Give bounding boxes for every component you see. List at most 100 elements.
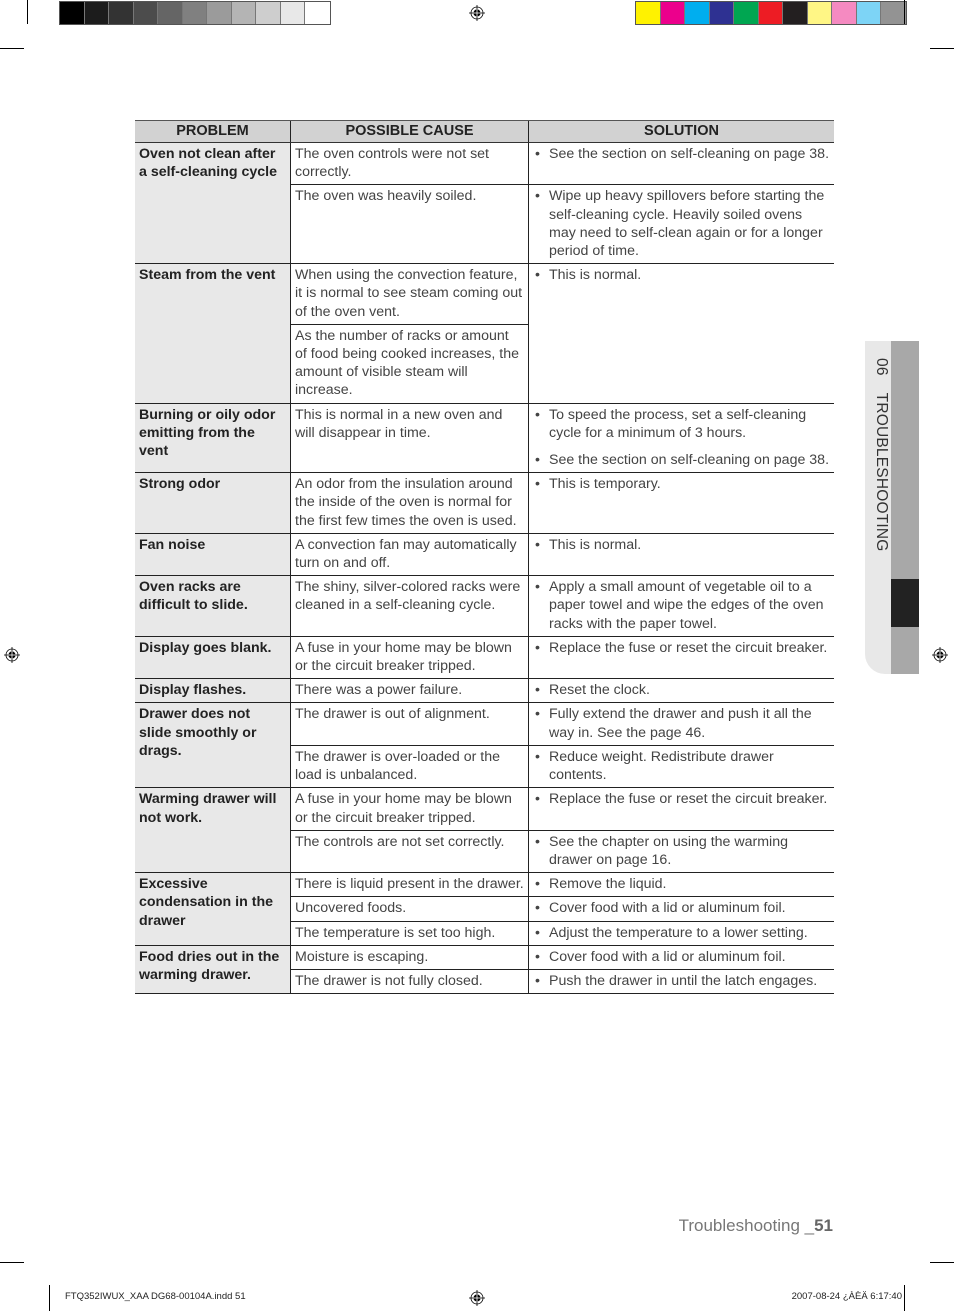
- bullet-icon: •: [535, 748, 540, 765]
- solution-item: • Reduce weight. Redistribute drawer cont…: [533, 748, 830, 784]
- solution-cell: • Replace the fuse or reset the circuit b…: [528, 787, 834, 831]
- solution-item: • This is normal.: [533, 266, 830, 284]
- grayscale-calibration-bar: [59, 1, 331, 25]
- chapter-tab-marker: [891, 579, 919, 627]
- table-row: Oven not clean after a self-cleaning cyc…: [135, 142, 834, 265]
- color-swatch: [685, 2, 710, 24]
- cause-cell: The oven controls were not set correctly…: [290, 142, 529, 186]
- solution-text: Wipe up heavy spillovers before starting…: [549, 188, 825, 260]
- color-swatch: [231, 2, 256, 24]
- solution-item: • To speed the process, set a self-cleani…: [533, 406, 830, 442]
- bullet-icon: •: [535, 579, 540, 596]
- crop-mark: [49, 1285, 50, 1311]
- cause-cell: There was a power failure.: [290, 678, 529, 704]
- table-row: Food dries out in the warming drawer. Moi…: [135, 945, 834, 995]
- solution-item: • Remove the liquid.: [533, 875, 830, 893]
- cause-cell: A convection fan may automatically turn …: [290, 533, 529, 577]
- solution-text: Cover food with a lid or aluminum foil.: [549, 900, 786, 917]
- color-swatch: [256, 2, 281, 24]
- crop-mark: [0, 1262, 24, 1263]
- solution-cell: • This is temporary.: [528, 472, 834, 534]
- solution-cell: • Wipe up heavy spillovers before startin…: [528, 184, 834, 265]
- solution-cell: • Adjust the temperature to a lower setti…: [528, 921, 834, 946]
- table-row: Excessive condensation in the drawer Ther…: [135, 872, 834, 946]
- table-row: Drawer does not slide smoothly or drags.…: [135, 702, 834, 789]
- solution-text: Remove the liquid.: [549, 876, 667, 893]
- color-swatch: [158, 2, 183, 24]
- solution-text: Apply a small amount of vegetable oil to…: [549, 579, 824, 632]
- color-swatch: [207, 2, 232, 24]
- solution-item: • Replace the fuse or reset the circuit b…: [533, 790, 830, 808]
- solution-item: • Cover food with a lid or aluminum foil.: [533, 948, 830, 966]
- cause-cell: As the number of racks or amount of food…: [290, 324, 529, 404]
- crop-mark: [904, 0, 905, 24]
- color-swatch: [182, 2, 207, 24]
- header-possible-cause: POSSIBLE CAUSE: [290, 120, 529, 143]
- solution-text: Adjust the temperature to a lower settin…: [549, 924, 808, 941]
- solution-cell: • See the section on self-cleaning on pag…: [528, 142, 834, 186]
- bullet-icon: •: [535, 706, 540, 723]
- bullet-icon: •: [535, 948, 540, 965]
- solution-item: • Adjust the temperature to a lower setti…: [533, 924, 830, 942]
- table-row: Fan noise A convection fan may automatica…: [135, 533, 834, 577]
- problem-cell: Food dries out in the warming drawer.: [135, 945, 291, 995]
- solution-cell: • Replace the fuse or reset the circuit b…: [528, 636, 834, 680]
- color-swatch: [758, 2, 783, 24]
- cause-cell: Uncovered foods.: [290, 896, 529, 922]
- solution-text: See the section on self-cleaning on page…: [549, 146, 830, 162]
- registration-mark-icon: [4, 647, 20, 663]
- page-number: 51: [814, 1216, 833, 1235]
- solution-text: Push the drawer in until the latch engag…: [549, 972, 818, 989]
- color-swatch: [636, 2, 661, 24]
- solution-text: Reset the clock.: [549, 682, 650, 699]
- chapter-tab-label: 06 TROUBLESHOOTING: [868, 358, 890, 558]
- color-swatch: [305, 2, 330, 24]
- table-row: Strong odor An odor from the insulation a…: [135, 472, 834, 534]
- crop-mark: [27, 0, 28, 24]
- bullet-icon: •: [535, 791, 540, 808]
- bullet-icon: •: [535, 639, 540, 656]
- registration-mark-icon: [932, 647, 948, 663]
- bullet-icon: •: [535, 476, 540, 493]
- bullet-icon: •: [535, 146, 540, 162]
- cause-cell: The controls are not set correctly.: [290, 830, 529, 874]
- bullet-icon: •: [535, 876, 540, 893]
- solution-text: Replace the fuse or reset the circuit br…: [549, 791, 828, 808]
- solution-text: Fully extend the drawer and push it all …: [549, 706, 812, 741]
- color-swatch: [109, 2, 134, 24]
- bullet-icon: •: [535, 188, 540, 205]
- problem-cell: Burning or oily odor emitting from the v…: [135, 403, 291, 474]
- color-swatch: [660, 2, 685, 24]
- solution-cell: • This is normal.: [528, 263, 834, 404]
- cause-cell: An odor from the insulation around the i…: [290, 472, 529, 534]
- problem-cell: Oven not clean after a self-cleaning cyc…: [135, 142, 291, 265]
- solution-cell: • Push the drawer in until the latch enga…: [528, 969, 834, 995]
- bullet-icon: •: [535, 833, 540, 850]
- table-row: Oven racks are difficult to slide. The sh…: [135, 575, 834, 637]
- bullet-icon: •: [535, 406, 540, 423]
- solution-item: • Reset the clock.: [533, 681, 830, 699]
- crop-mark: [930, 48, 954, 49]
- solution-cell: • Fully extend the drawer and push it all…: [528, 702, 834, 746]
- solution-text: See the chapter on using the warming dra…: [549, 833, 788, 868]
- problem-cell: Strong odor: [135, 472, 291, 534]
- color-swatch: [783, 2, 808, 24]
- color-swatch: [133, 2, 158, 24]
- solution-item: • See the section on self-cleaning on pag…: [533, 451, 830, 469]
- crop-mark: [904, 1285, 905, 1311]
- color-calibration-bar: [635, 1, 907, 25]
- troubleshooting-table: PROBLEM POSSIBLE CAUSE SOLUTION Oven not…: [135, 120, 834, 995]
- solution-cell: • To speed the process, set a self-cleani…: [528, 403, 834, 474]
- solution-item: • Fully extend the drawer and push it all…: [533, 705, 830, 741]
- page-footer: Troubleshooting _51: [679, 1216, 833, 1236]
- bullet-icon: •: [535, 924, 540, 941]
- crop-mark: [0, 48, 24, 49]
- solution-text: To speed the process, set a self-cleanin…: [549, 406, 807, 441]
- bullet-icon: •: [535, 267, 540, 284]
- color-swatch: [807, 2, 832, 24]
- solution-text: See the section on self-cleaning on page…: [549, 452, 830, 469]
- solution-item: • See the section on self-cleaning on pag…: [533, 145, 830, 163]
- solution-text: Cover food with a lid or aluminum foil.: [549, 948, 786, 965]
- crop-mark: [930, 1262, 954, 1263]
- table-row: Display goes blank. A fuse in your home m…: [135, 636, 834, 680]
